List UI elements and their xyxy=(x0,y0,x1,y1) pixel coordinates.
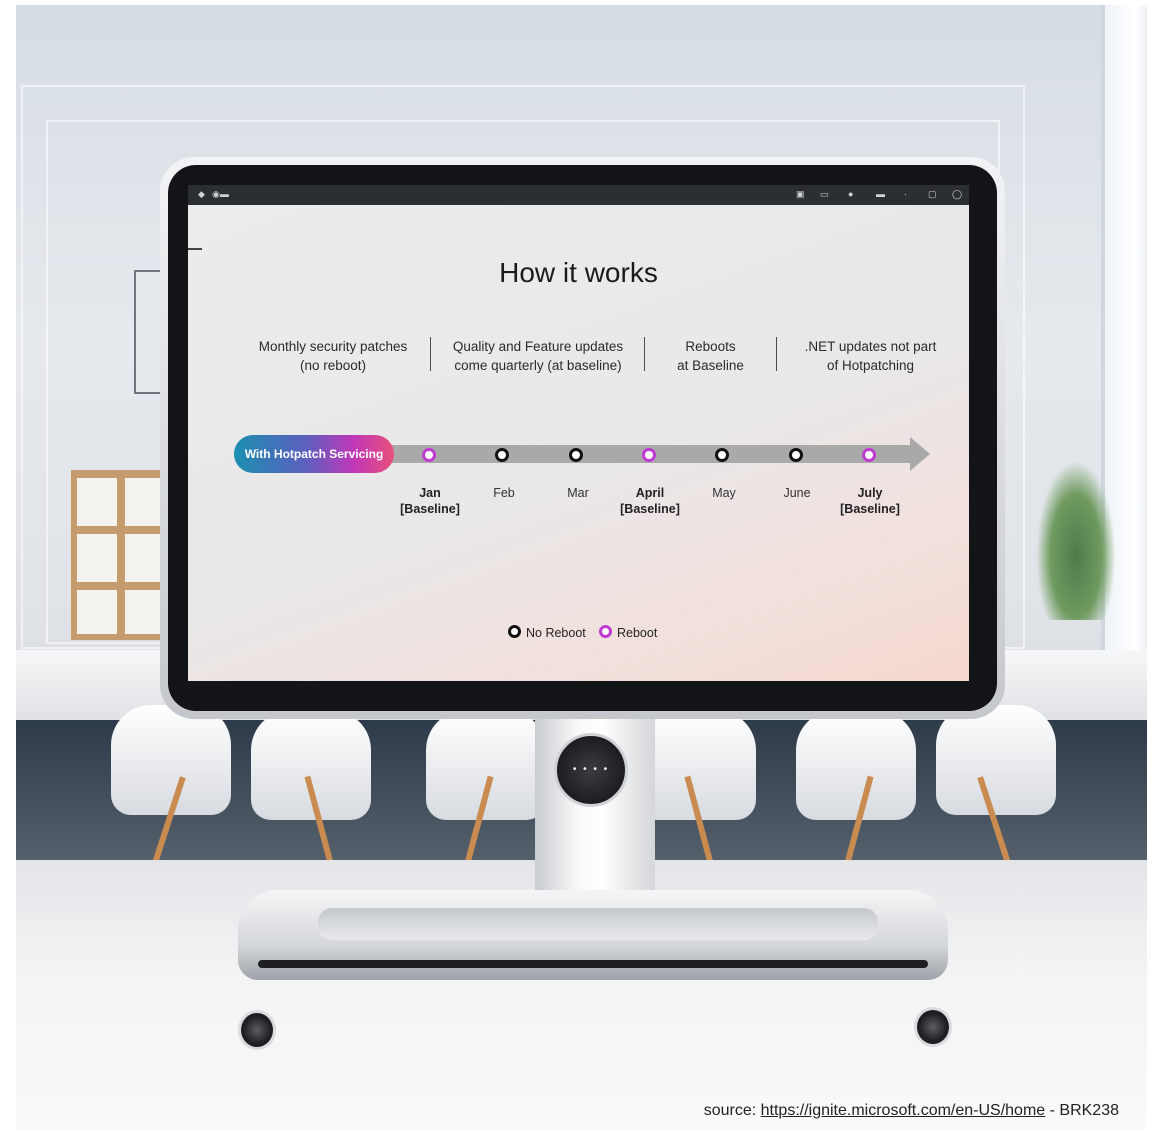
bookshelf xyxy=(71,470,171,640)
timeline-arrow-head xyxy=(910,437,930,471)
month-marker-april xyxy=(642,448,656,462)
slide-title: How it works xyxy=(499,257,658,288)
monitor-screen: ◆ ◉▬ ▣ ▭ ● ▬ · ▢ ◯ How it works Monthly … xyxy=(188,185,969,681)
column-separator xyxy=(430,337,431,371)
month-marker-feb xyxy=(495,448,509,462)
info-column-1: Monthly security patches (no reboot) xyxy=(258,339,408,373)
source-caption: source: https://ignite.microsoft.com/en-… xyxy=(703,1102,1119,1119)
toolbar-icon: ▭ xyxy=(820,189,829,199)
chair xyxy=(936,705,1056,815)
month-label-april: April [Baseline] xyxy=(620,486,680,516)
no-reboot-marker-icon xyxy=(508,625,521,638)
info-column-2: Quality and Feature updates come quarter… xyxy=(452,339,624,373)
plant xyxy=(1036,460,1116,620)
column-separator xyxy=(776,337,777,371)
app-logo-icon: ◉▬ xyxy=(212,189,229,199)
slide-rule xyxy=(188,248,202,250)
info-column-4: .NET updates not part of Hotpatching xyxy=(804,339,937,373)
toolbar-icon: ▬ xyxy=(876,189,885,199)
month-marker-jan xyxy=(422,448,436,462)
month-label-july: July [Baseline] xyxy=(840,486,900,516)
screen-titlebar: ◆ ◉▬ ▣ ▭ ● ▬ · ▢ ◯ xyxy=(188,185,969,205)
logo-icon: ◆ xyxy=(198,189,205,199)
chair xyxy=(796,710,916,820)
column-separator xyxy=(644,337,645,371)
month-label-may: May xyxy=(712,486,736,500)
legend-no-reboot: No Reboot xyxy=(508,625,586,640)
legend-reboot: Reboot xyxy=(599,625,657,640)
month-marker-july xyxy=(862,448,876,462)
month-label-jan: Jan [Baseline] xyxy=(400,486,460,516)
wheel xyxy=(914,1007,952,1047)
chair xyxy=(111,705,231,815)
photo-scene: • • • • ◆ ◉▬ ▣ ▭ ● ▬ · ▢ ◯ How it works … xyxy=(16,5,1147,1130)
reboot-marker-icon xyxy=(599,625,612,638)
month-label-june: June xyxy=(783,486,811,500)
toolbar-icon: ● xyxy=(848,189,854,199)
month-marker-may xyxy=(715,448,729,462)
wheel xyxy=(238,1010,276,1050)
month-label-feb: Feb xyxy=(493,486,515,500)
monitor-stand-base xyxy=(238,890,948,980)
toolbar-icon: ▢ xyxy=(928,189,937,199)
source-link[interactable]: https://ignite.microsoft.com/en-US/home xyxy=(761,1102,1046,1119)
toolbar-icon: ▣ xyxy=(796,189,805,199)
month-label-mar: Mar xyxy=(567,486,589,500)
month-marker-june xyxy=(789,448,803,462)
stand-knob: • • • • xyxy=(554,733,628,807)
info-column-3: Reboots at Baseline xyxy=(677,339,744,373)
month-marker-mar xyxy=(569,448,583,462)
timeline-label-pill: With Hotpatch Servicing xyxy=(234,435,394,473)
toolbar-icon: ◯ xyxy=(952,189,963,199)
toolbar-icon: · xyxy=(904,189,907,199)
